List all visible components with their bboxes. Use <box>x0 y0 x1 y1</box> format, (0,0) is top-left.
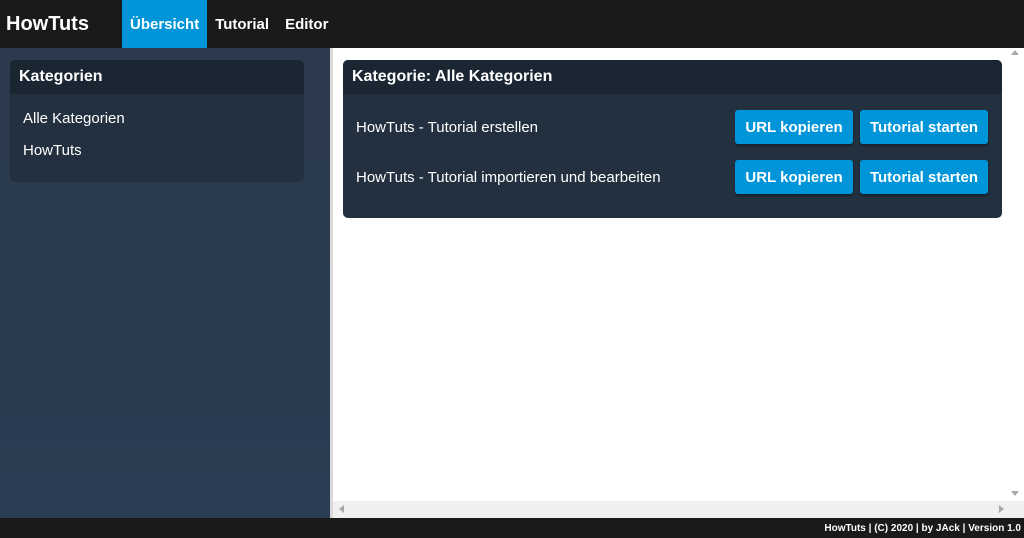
start-tutorial-button[interactable]: Tutorial starten <box>860 110 988 144</box>
tutorial-title: HowTuts - Tutorial importieren und bearb… <box>356 168 661 186</box>
nav-tutorial[interactable]: Tutorial <box>207 0 277 48</box>
categories-title: Kategorien <box>10 60 304 94</box>
main-content: Kategorie: Alle Kategorien HowTuts - Tut… <box>330 48 1024 518</box>
brand-logo[interactable]: HowTuts <box>0 0 122 48</box>
copy-url-button[interactable]: URL kopieren <box>735 160 853 194</box>
footer: HowTuts | (C) 2020 | by JAck | Version 1… <box>0 518 1024 538</box>
tutorial-row: HowTuts - Tutorial importieren und bearb… <box>343 160 1002 194</box>
nav-editor[interactable]: Editor <box>277 0 336 48</box>
scroll-right-icon[interactable] <box>999 505 1004 513</box>
tutorial-title: HowTuts - Tutorial erstellen <box>356 118 539 136</box>
tutorial-list-panel: Kategorie: Alle Kategorien HowTuts - Tut… <box>343 60 1002 218</box>
sidebar: Kategorien Alle Kategorien HowTuts <box>0 48 330 518</box>
scroll-up-icon[interactable] <box>1011 50 1019 55</box>
start-tutorial-button[interactable]: Tutorial starten <box>860 160 988 194</box>
category-item-howtuts[interactable]: HowTuts <box>10 134 304 166</box>
category-item-alle[interactable]: Alle Kategorien <box>10 102 304 134</box>
footer-text: HowTuts | (C) 2020 | by JAck | Version 1… <box>824 522 1021 534</box>
category-list: Alle Kategorien HowTuts <box>10 94 304 166</box>
horizontal-scrollbar[interactable] <box>333 501 1024 518</box>
scroll-down-icon[interactable] <box>1011 491 1019 496</box>
nav-uebersicht[interactable]: Übersicht <box>122 0 208 48</box>
tutorial-row: HowTuts - Tutorial erstellen URL kopiere… <box>343 110 1002 144</box>
vertical-scrollbar[interactable] <box>1007 48 1024 502</box>
categories-panel: Kategorien Alle Kategorien HowTuts <box>10 60 304 182</box>
copy-url-button[interactable]: URL kopieren <box>735 110 853 144</box>
scroll-left-icon[interactable] <box>339 505 344 513</box>
top-navbar: HowTuts Übersicht Tutorial Editor <box>0 0 1024 48</box>
category-heading: Kategorie: Alle Kategorien <box>343 60 1002 94</box>
